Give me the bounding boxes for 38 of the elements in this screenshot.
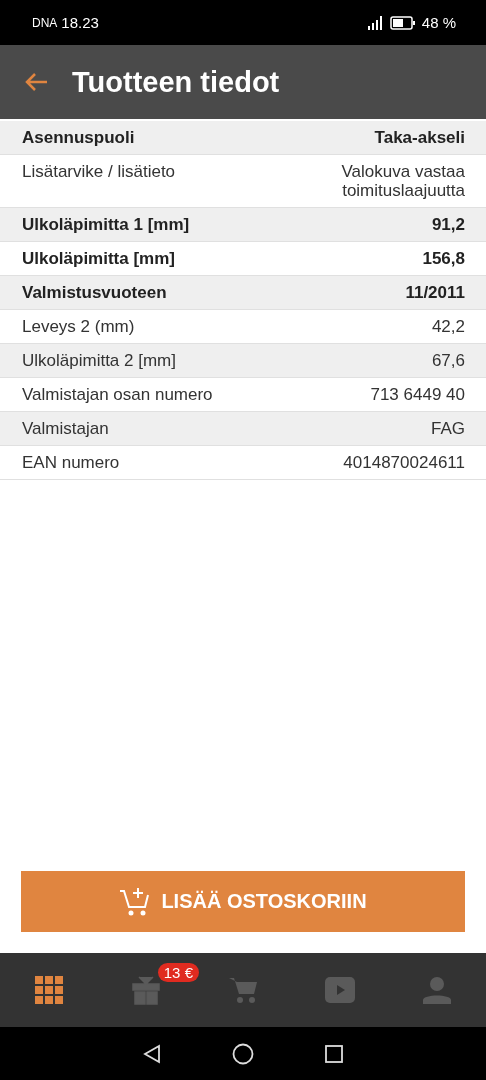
gift-icon (131, 975, 160, 1005)
amount-badge: 13 € (157, 963, 199, 982)
detail-label: Valmistajan (22, 419, 109, 438)
detail-value: Valokuva vastaa toimituslaajuutta (340, 162, 465, 200)
person-icon (423, 976, 452, 1004)
detail-label: Ulkoläpimitta 1 [mm] (22, 215, 190, 234)
cart-plus-icon (119, 885, 152, 918)
grid-icon (34, 976, 63, 1004)
detail-value: 91,2 (431, 215, 465, 234)
detail-label: EAN numero (22, 453, 120, 472)
detail-value: 713 6449 40 (370, 385, 465, 404)
detail-value: 4014870024611 (343, 453, 465, 472)
battery-icon (389, 15, 416, 30)
detail-value: FAG (431, 419, 465, 438)
detail-value: Taka-akseli (374, 128, 465, 147)
detail-label: Asennuspuoli (22, 128, 135, 147)
battery-level: 48 % (421, 14, 456, 31)
clock: 18.23 (61, 14, 99, 31)
detail-label: Valmistusvuoteen (22, 283, 167, 302)
add-to-cart-button[interactable]: LISÄÄ OSTOSKORIIN (21, 871, 465, 932)
recents-icon[interactable] (324, 1043, 344, 1064)
back-icon[interactable] (142, 1043, 162, 1064)
back-arrow-icon[interactable] (24, 72, 48, 92)
detail-value: 42,2 (431, 317, 465, 336)
detail-label: Ulkoläpimitta 2 [mm] (22, 351, 176, 370)
detail-value: 67,6 (431, 351, 465, 370)
detail-label: Leveys 2 (mm) (22, 317, 135, 336)
detail-label: Lisätarvike / lisätieto (22, 162, 176, 181)
detail-label: Valmistajan osan numero (22, 385, 213, 404)
detail-value: 11/2011 (405, 283, 465, 302)
play-icon (325, 977, 356, 1003)
detail-value: 156,8 (422, 249, 465, 268)
screen-title: Tuotteen tiedot (72, 65, 280, 99)
carrier-name: DNA (32, 15, 58, 30)
detail-label: Ulkoläpimitta [mm] (22, 249, 176, 268)
cart-icon (227, 976, 258, 1004)
signal-icon (365, 15, 384, 30)
home-icon[interactable] (232, 1042, 254, 1065)
